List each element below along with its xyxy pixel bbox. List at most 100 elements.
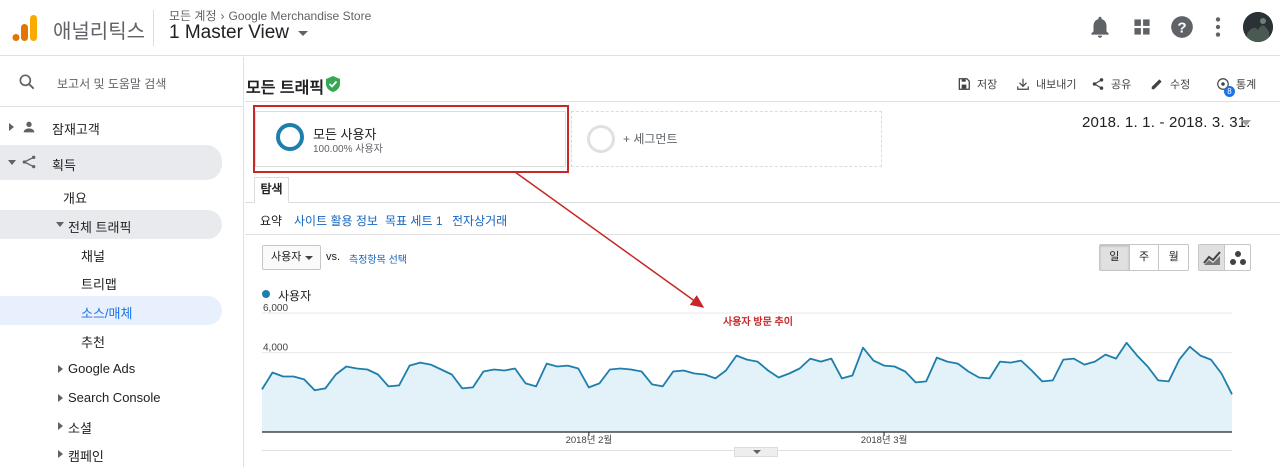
page-title: 모든 트래픽 <box>246 80 325 97</box>
vs-label: vs. <box>326 251 341 263</box>
subtab-site-usage[interactable]: 사이트 활용 정보 <box>294 212 378 229</box>
chevron-down-icon <box>305 256 313 260</box>
toolbar-divider <box>245 101 1280 102</box>
verified-shield-icon <box>326 76 340 92</box>
sidebar-item-label: 전체 트래픽 <box>68 220 132 235</box>
motion-chart-icon <box>1229 250 1246 265</box>
period-day-button[interactable]: 일 <box>1100 245 1130 270</box>
sidebar-item-label: 소스/매체 <box>81 306 133 321</box>
search-input[interactable]: 보고서 및 도움말 검색 <box>57 75 166 92</box>
sidebar-item-label: Google Ads <box>68 361 136 376</box>
notifications-icon[interactable] <box>1087 14 1113 40</box>
sidebar-item-source-medium[interactable]: 소스/매체 <box>0 296 222 325</box>
add-segment-button[interactable] <box>571 111 882 167</box>
acquisition-icon <box>22 155 36 169</box>
side-navigation: 보고서 및 도움말 검색 잠재고객 획득 개요 전체 트래픽 채널 트리맵 소스… <box>0 57 243 467</box>
person-icon <box>23 121 35 133</box>
analytics-logo[interactable] <box>12 14 38 42</box>
sidebar-item-referrals[interactable]: 추천 <box>0 328 222 352</box>
subtab-ecommerce[interactable]: 전자상거래 <box>452 212 507 229</box>
apps-grid-icon[interactable] <box>1129 14 1155 40</box>
expand-arrow-icon <box>9 123 14 131</box>
subtab-goal-set-1[interactable]: 목표 세트 1 <box>385 212 443 229</box>
y-tick-label: 4,000 <box>263 343 288 354</box>
export-button[interactable]: 내보내기 <box>1016 76 1076 92</box>
svg-text:?: ? <box>1177 19 1186 36</box>
sidebar-item-channels[interactable]: 채널 <box>0 242 222 266</box>
expand-arrow-icon <box>58 422 63 430</box>
y-tick-label: 6,000 <box>263 303 288 314</box>
breadcrumb-account[interactable]: 모든 계정 <box>169 9 217 23</box>
insights-button[interactable]: 통계 <box>1216 76 1256 92</box>
sidebar-item-google-ads[interactable]: Google Ads <box>0 357 222 381</box>
sidebar-item-search-console[interactable]: Search Console <box>0 386 222 410</box>
expand-arrow-icon <box>58 450 63 458</box>
period-week-button[interactable]: 주 <box>1130 245 1160 270</box>
sidebar-item-all-traffic[interactable]: 전체 트래픽 <box>0 210 222 239</box>
chevron-down-icon <box>753 450 761 454</box>
arrow-line <box>514 171 705 308</box>
edit-button[interactable]: 수정 <box>1150 76 1190 92</box>
sidebar-item-campaigns[interactable]: 캠페인 <box>0 442 222 466</box>
sidebar-item-label: 소셜 <box>68 421 92 436</box>
pencil-icon <box>1151 79 1162 90</box>
expand-chart-button[interactable] <box>734 447 778 457</box>
subtab-divider <box>245 234 1280 235</box>
avatar[interactable] <box>1243 12 1273 42</box>
date-range-picker[interactable]: 2018. 1. 1. - 2018. 3. 31. <box>1082 114 1251 131</box>
sidebar-item-audience[interactable]: 잠재고객 <box>0 113 222 141</box>
sidebar-item-label: Search Console <box>68 390 161 405</box>
chevron-right-icon: › <box>220 9 225 23</box>
motion-chart-button[interactable] <box>1225 245 1250 270</box>
search-icon <box>19 74 35 90</box>
expand-arrow-icon <box>58 365 63 373</box>
tab-explorer[interactable]: 탐색 <box>254 177 289 204</box>
sidebar-item-label: 캠페인 <box>68 449 104 464</box>
sidebar-item-overview[interactable]: 개요 <box>0 184 222 208</box>
empty-segment-ring-icon <box>587 125 615 153</box>
report-search[interactable]: 보고서 및 도움말 검색 <box>0 57 243 107</box>
share-button[interactable]: 공유 <box>1091 76 1131 92</box>
series-area <box>262 342 1232 432</box>
sidebar-item-label: 채널 <box>81 249 105 264</box>
x-tick-label: 2018년 2월 <box>566 434 613 446</box>
tab-divider <box>245 202 1280 203</box>
sidebar-item-treemaps[interactable]: 트리맵 <box>0 270 222 294</box>
metric-dropdown[interactable]: 사용자 <box>262 245 321 270</box>
view-dropdown-caret-icon[interactable] <box>298 31 308 36</box>
help-icon[interactable]: ? <box>1169 14 1195 40</box>
add-segment-label: + 세그먼트 <box>623 132 678 146</box>
view-selector[interactable]: 1 Master View <box>169 22 289 44</box>
save-icon <box>958 78 970 90</box>
sidebar-item-social[interactable]: 소셜 <box>0 414 222 438</box>
sidebar-item-acquisition[interactable]: 획득 <box>0 145 222 180</box>
header-divider <box>153 10 154 46</box>
sidebar-item-label: 개요 <box>63 191 87 206</box>
sidebar-item-label: 잠재고객 <box>52 122 100 137</box>
date-dropdown-caret-icon[interactable] <box>1241 120 1251 126</box>
collapse-arrow-icon <box>8 160 16 165</box>
save-button[interactable]: 저장 <box>957 76 997 92</box>
breadcrumb-property[interactable]: Google Merchandise Store <box>229 9 372 23</box>
expand-arrow-icon <box>58 394 63 402</box>
top-app-bar: 애널리틱스 모든 계정 › Google Merchandise Store 1 M… <box>0 0 1280 56</box>
subtab-summary[interactable]: 요약 <box>260 212 282 229</box>
download-icon <box>1017 78 1029 90</box>
line-chart-icon <box>1202 250 1221 265</box>
collapse-arrow-icon <box>56 222 64 227</box>
red-highlight-box <box>253 105 569 173</box>
insights-badge: 8 <box>1224 86 1235 97</box>
period-toggle: 일 주 월 <box>1099 244 1189 271</box>
line-chart-button[interactable] <box>1199 245 1225 270</box>
x-tick-label: 2018년 3월 <box>861 434 908 446</box>
chart-annotation: 사용자 방문 추이 <box>723 317 793 328</box>
app-name: 애널리틱스 <box>53 21 145 43</box>
sidebar-item-label: 트리맵 <box>81 277 117 292</box>
more-vert-icon[interactable] <box>1205 14 1231 40</box>
sidebar-item-label: 획득 <box>52 158 76 173</box>
period-month-button[interactable]: 월 <box>1159 245 1188 270</box>
select-metric-link[interactable]: 측정항목 선택 <box>349 251 407 266</box>
legend-swatch <box>262 290 270 298</box>
sidebar-item-label: 추천 <box>81 335 105 350</box>
share-icon <box>1092 78 1104 90</box>
